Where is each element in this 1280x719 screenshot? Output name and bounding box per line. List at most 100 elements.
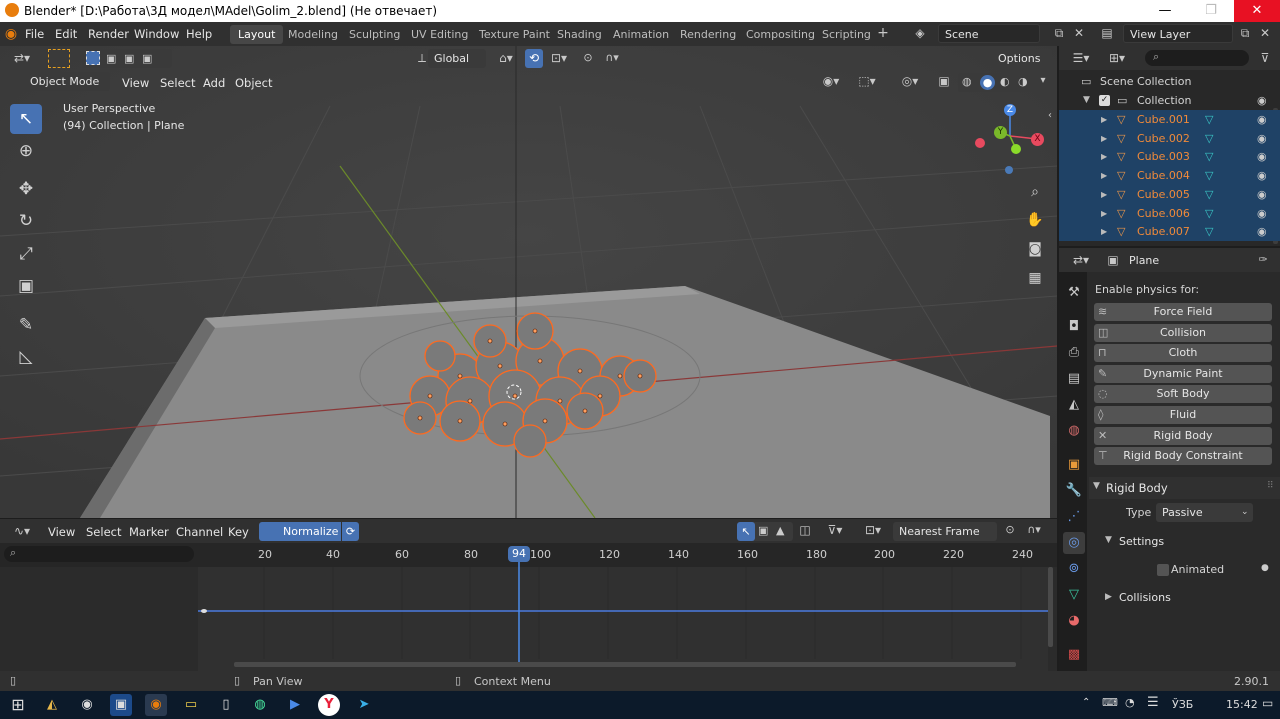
tab-compositing[interactable]: Compositing [738,25,823,44]
viewport-menu-object[interactable]: Object [235,76,272,90]
select-box-tool-icon[interactable]: ↖ [10,104,42,134]
falloff-icon[interactable]: ∩▾ [1020,520,1048,540]
ortho-grid-icon[interactable]: ▦ [1022,265,1048,291]
delete-scene-icon[interactable]: ✕ [1070,23,1088,43]
minimize-button[interactable]: — [1142,0,1188,22]
rigid-body-panel-header[interactable]: ▼ Rigid Body ⠿ [1089,477,1280,499]
checkbox-icon[interactable]: ✓ [1099,95,1110,106]
explorer-icon[interactable]: ▭ [180,694,202,716]
notifications-icon[interactable]: ☰ [1147,695,1159,710]
physics-soft-body-button[interactable]: ◌ Soft Body [1094,385,1272,404]
settings-expand-icon[interactable]: ▼ [1105,535,1112,545]
expand-arrow-icon[interactable]: ▶ [1101,185,1107,204]
tray-arrow-icon[interactable]: ⌃ [1082,697,1090,708]
world-tab-icon[interactable]: ◍ [1063,420,1085,442]
material-tab-icon[interactable]: ◕ [1063,610,1085,632]
viewport-menu-view[interactable]: View [122,76,149,90]
expand-arrow-icon[interactable]: ▶ [1101,147,1107,166]
orientation-dropdown[interactable]: Global [428,49,486,68]
viewport-menu-select[interactable]: Select [160,76,195,90]
tab-scripting[interactable]: Scripting [814,25,879,44]
pin-icon[interactable]: ✑ [1253,250,1273,270]
gizmo-y[interactable]: Y [994,126,1007,139]
view-layer-field[interactable]: View Layer [1123,24,1233,43]
material-shading-icon[interactable]: ◐ [1000,75,1010,88]
panel-expand-icon[interactable]: ▼ [1093,481,1100,491]
wireframe-shading-icon[interactable]: ◍ [962,75,972,88]
expand-arrow-icon[interactable]: ▶ [1101,204,1107,223]
gizmo-x[interactable]: X [1031,133,1044,146]
app-icon[interactable]: ◍ [249,694,271,716]
filter-icon[interactable]: ⊽▾ [820,520,850,540]
box-select-new-icon[interactable] [86,51,100,65]
pivot-icon[interactable]: ⊡▾ [858,520,888,540]
drag-handle-icon[interactable]: ⠿ [1267,481,1274,491]
render-tab-icon[interactable]: ◘ [1063,316,1085,338]
scale-tool-icon[interactable]: ⤢ [10,239,42,269]
new-scene-icon[interactable]: ⧉ [1050,23,1068,43]
pivot-point-icon[interactable]: ⌂▾ [492,48,520,68]
only-selected-icon[interactable]: ▲ [776,524,784,537]
transform-tool-icon[interactable]: ▣ [10,271,42,301]
rotate-tool-icon[interactable]: ↻ [10,206,42,236]
pan-hand-icon[interactable]: ✋ [1022,207,1048,233]
tab-rendering[interactable]: Rendering [672,25,744,44]
mesh-data-icon[interactable]: ▽ [1205,129,1213,148]
menu-help[interactable]: Help [186,27,212,41]
eye-icon[interactable]: ◉ [1257,185,1267,204]
view-layer-tab-icon[interactable]: ▤ [1063,368,1085,390]
mesh-data-icon[interactable]: ▽ [1205,222,1213,241]
physics-collision-button[interactable]: ◫ Collision [1094,323,1272,342]
falloff-icon[interactable]: ∩▾ [598,48,626,68]
tab-texture-paint[interactable]: Texture Paint [471,25,558,44]
physics-fluid-button[interactable]: ◊ Fluid [1094,406,1272,424]
telegram-icon[interactable]: ➤ [353,694,375,716]
new-view-layer-icon[interactable]: ⧉ [1236,23,1254,43]
eye-icon[interactable]: ◉ [1257,147,1267,166]
collisions-subpanel-title[interactable]: Collisions [1119,591,1171,604]
timeline-menu-view[interactable]: View [48,525,75,539]
shading-mode-group[interactable]: ◍ ● ◐ ◑ [958,73,1036,92]
wifi-icon[interactable]: ◔ [1125,696,1135,709]
tab-layout[interactable]: Layout [230,25,284,44]
outliner-object-row[interactable]: ▶ ▽ Cube.007 ▽ ◉ [1059,222,1280,242]
timeline-menu-channel[interactable]: Channel [176,525,223,539]
tab-uv-editing[interactable]: UV Editing [403,25,476,44]
timeline-menu-key[interactable]: Key [228,525,249,539]
sidebar-toggle-icon[interactable]: ‹ [1045,106,1055,126]
options-dropdown[interactable]: Options [992,49,1052,68]
cursor-select-icon[interactable]: ↖ [737,522,755,541]
physics-rigid-body-constraint-button[interactable]: ⊤ Rigid Body Constraint [1094,447,1272,466]
eye-icon[interactable]: ◉ [1257,166,1267,185]
outliner-filter-icon[interactable]: ⊽ [1255,48,1275,68]
mesh-data-icon[interactable]: ▽ [1205,110,1213,129]
ghost-curves-icon[interactable]: ◫ [796,520,814,540]
outliner-object-row[interactable]: ▶ ▽ Cube.004 ▽ ◉ [1059,166,1280,186]
scene-field[interactable]: Scene [938,24,1040,43]
physics-force-field-button[interactable]: ≋ Force Field [1094,303,1272,321]
gizmo-z[interactable]: Z [1004,104,1016,116]
snap-target-icon[interactable]: ⊡▾ [545,48,573,68]
physics-dynamic-paint-button[interactable]: ✎ Dynamic Paint [1094,364,1272,383]
handle-select-group[interactable]: ↖ ▣ ▲ [737,522,793,541]
modifier-tab-icon[interactable]: 🔧 [1063,480,1085,502]
box-select-extend-icon[interactable]: ▣ [106,52,116,65]
tab-shading[interactable]: Shading [549,25,610,44]
properties-editor-icon[interactable]: ⇄▾ [1067,250,1095,270]
annotate-tool-icon[interactable]: ✎ [10,310,42,340]
camera-view-icon[interactable]: ◙ [1022,236,1048,262]
menu-edit[interactable]: Edit [55,27,77,41]
outliner-object-row[interactable]: ▶ ▽ Cube.003 ▽ ◉ [1059,147,1280,167]
tab-modeling[interactable]: Modeling [280,25,346,44]
proportional-edit-icon[interactable]: ⊙ [1002,520,1018,540]
move-tool-icon[interactable]: ✥ [10,174,42,204]
xray-toggle-icon[interactable]: ▣ [935,71,953,91]
object-data-tab-icon[interactable]: ▽ [1063,584,1085,606]
rendered-shading-icon[interactable]: ◑ [1018,75,1028,88]
cursor-tool-icon[interactable]: ⊕ [10,136,42,166]
mesh-data-icon[interactable]: ▽ [1205,147,1213,166]
visibility-icon[interactable]: ◉▾ [818,71,844,91]
timeline-menu-select[interactable]: Select [86,525,121,539]
eye-icon[interactable]: ◉ [1257,91,1267,110]
collisions-expand-icon[interactable]: ▶ [1105,592,1112,602]
